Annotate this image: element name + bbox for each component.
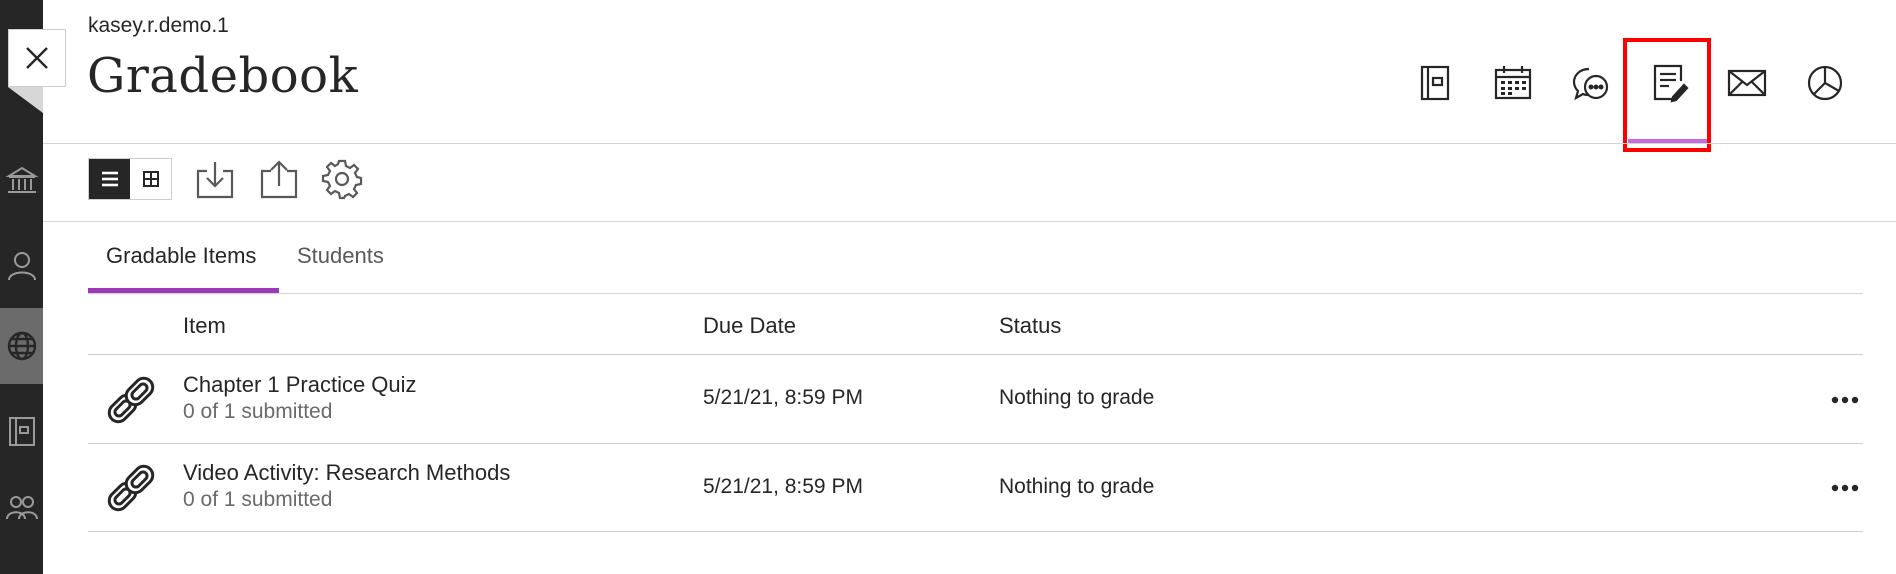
- link-icon: [100, 457, 162, 519]
- grid-view-icon: [142, 171, 159, 187]
- profile-nav-icon[interactable]: [0, 228, 43, 304]
- courses-nav-icon[interactable]: [0, 308, 43, 384]
- header-row-divider: [88, 354, 1863, 355]
- close-button[interactable]: [8, 29, 66, 87]
- link-icon: [100, 369, 162, 431]
- groups-nav-icon[interactable]: [0, 470, 43, 546]
- analytics-icon[interactable]: [1795, 57, 1855, 109]
- column-header-item: Item: [183, 313, 226, 338]
- item-submissions: 0 of 1 submitted: [183, 400, 333, 423]
- more-icon: [1831, 396, 1859, 404]
- due-date: 5/21/21, 8:59 PM: [703, 386, 863, 409]
- institution-nav-icon[interactable]: [0, 143, 43, 219]
- status: Nothing to grade: [999, 386, 1155, 409]
- status: Nothing to grade: [999, 475, 1155, 498]
- discussions-icon[interactable]: [1561, 57, 1621, 109]
- course-name: kasey.r.demo.1: [88, 14, 229, 37]
- column-header-status: Status: [999, 313, 1062, 338]
- close-icon: [26, 47, 48, 69]
- more-options-button[interactable]: [1830, 390, 1860, 410]
- calendar-icon[interactable]: [1483, 57, 1543, 109]
- item-title[interactable]: Video Activity: Research Methods: [183, 460, 510, 486]
- tabs-divider: [88, 293, 1863, 294]
- page-title: Gradebook: [87, 48, 359, 104]
- item-submissions: 0 of 1 submitted: [183, 488, 333, 511]
- row-divider: [88, 443, 1863, 444]
- view-toggle: [88, 158, 172, 200]
- item-title[interactable]: Chapter 1 Practice Quiz: [183, 372, 417, 398]
- list-view-icon: [101, 171, 118, 187]
- more-icon: [1831, 484, 1859, 492]
- header-divider: [43, 143, 1896, 144]
- tab-gradable-items[interactable]: Gradable Items: [106, 243, 256, 293]
- messages-icon[interactable]: [1717, 57, 1777, 109]
- more-options-button[interactable]: [1830, 478, 1860, 498]
- organizations-nav-icon[interactable]: [0, 393, 43, 469]
- upload-icon[interactable]: [257, 157, 301, 201]
- download-icon[interactable]: [193, 157, 237, 201]
- highlight-box: [1623, 38, 1711, 152]
- settings-icon[interactable]: [320, 157, 364, 201]
- grid-view-button[interactable]: [130, 159, 171, 199]
- row-divider: [88, 531, 1863, 532]
- toolbar-divider: [43, 221, 1896, 222]
- close-tab-fold: [8, 87, 43, 113]
- column-header-due-date: Due Date: [703, 313, 796, 338]
- due-date: 5/21/21, 8:59 PM: [703, 475, 863, 498]
- tab-students[interactable]: Students: [297, 243, 384, 293]
- list-view-button[interactable]: [89, 159, 130, 199]
- content-icon[interactable]: [1405, 57, 1465, 109]
